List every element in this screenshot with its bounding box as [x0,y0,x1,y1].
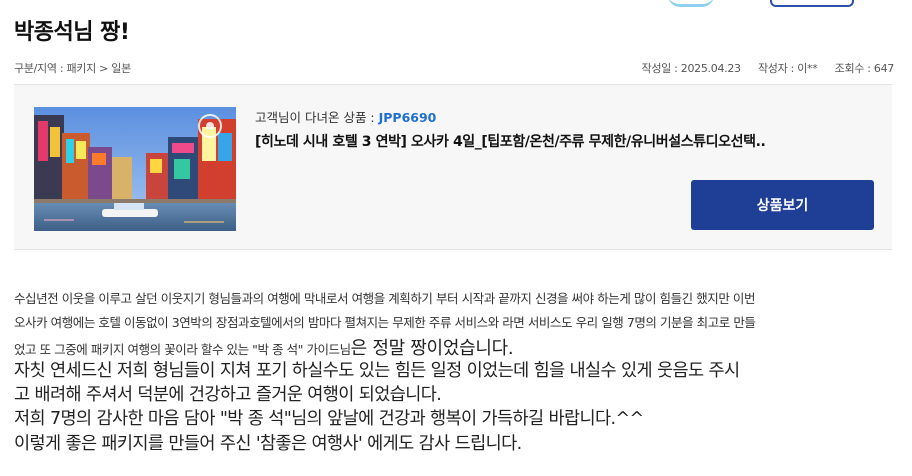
review-body-line-4: 자칫 연세드신 저희 형님들이 지쳐 포기 하실수도 있는 힘든 일정 이었는데… [14,361,740,381]
review-body-line-3-large: 은 정말 짱이었습니다. [350,338,514,359]
review-body-line-7: 이렇게 좋은 패키지를 만들어 주신 '참좋은 여행사' 에게도 감사 드립니다… [14,434,522,454]
product-thumbnail-image[interactable] [34,107,236,231]
review-meta: 작성일 : 2025.04.23 작성자 : 이** 조회수 : 647 [642,60,895,76]
review-author: 작성자 : 이** [757,62,818,75]
review-title: 박종석님 짱! [14,20,130,45]
product-title[interactable]: [히노데 시내 호텔 3 연박] 오사카 4일_[팁포함/온천/주류 무제한/유… [255,131,766,151]
header-decoration-button-edge[interactable] [770,0,854,7]
review-body-line-3-small: 었고 또 그중에 패키지 여행의 꽃이라 할수 있는 "박 종 석" 가이드님 [14,342,351,357]
product-label-prefix: 고객님이 다녀온 상품 : [255,110,379,125]
review-body-line-6: 저희 7명의 감사한 마음 담아 "박 종 석"님의 앞날에 건강과 행복이 가… [14,409,644,429]
review-date: 작성일 : 2025.04.23 [641,62,742,75]
review-category: 구분/지역 : 패키지 > 일본 [14,62,131,75]
product-code[interactable]: JPP6690 [379,110,437,125]
view-product-button[interactable]: 상품보기 [691,180,874,230]
product-label: 고객님이 다녀온 상품 : JPP6690 [255,107,436,126]
product-card: 고객님이 다녀온 상품 : JPP6690 [히노데 시내 호텔 3 연박] 오… [14,84,892,250]
header-decoration-curve [668,0,714,7]
review-body-line-1: 수십년전 이웃을 이루고 살던 이웃지기 형님들과의 여행에 막내로서 여행을 … [14,291,755,306]
review-body-line-5: 고 배려해 주셔서 덕분에 건강하고 즐거운 여행이 되었습니다. [14,385,442,405]
review-views: 조회수 : 647 [834,62,895,75]
review-body-line-2: 오사카 여행에는 호텔 이동없이 3연박의 장점과호텔에서의 밤마다 펼쳐지는 … [14,315,756,330]
